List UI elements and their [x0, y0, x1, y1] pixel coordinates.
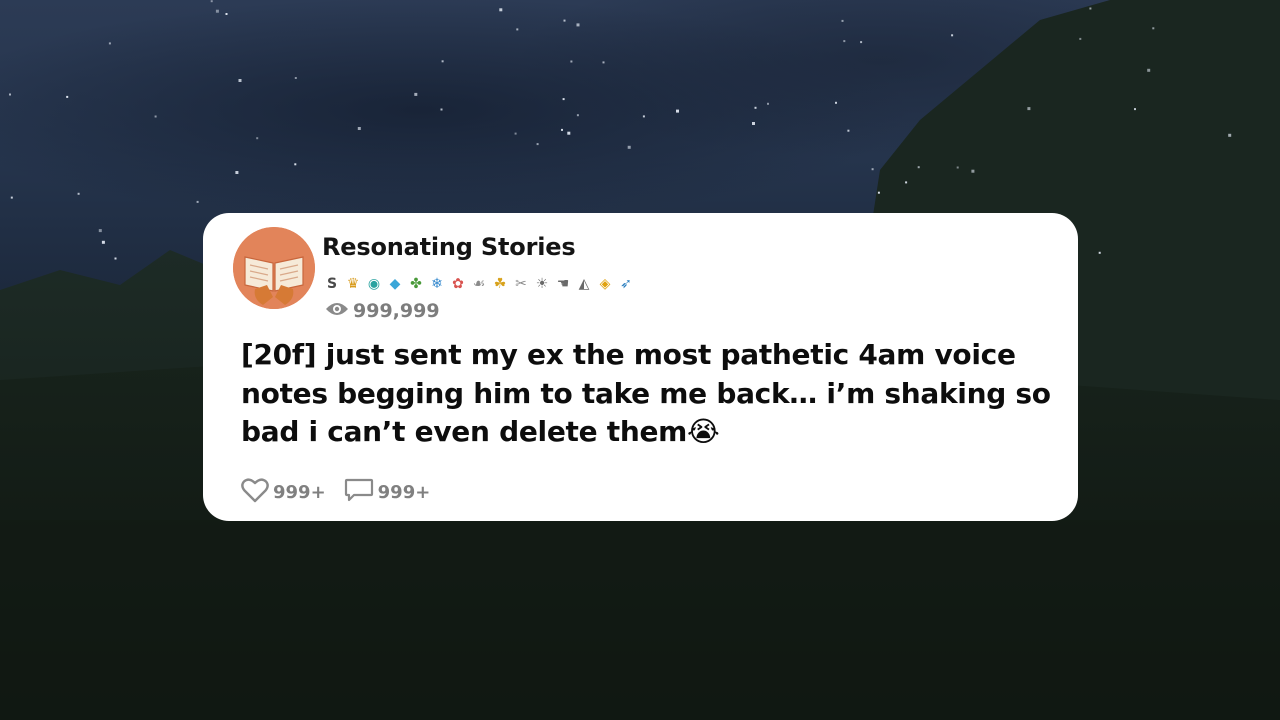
- star: [98, 229, 102, 233]
- bone-icon: ✂: [515, 276, 527, 292]
- star: [154, 115, 157, 118]
- clapping-hands-icon: ☘: [493, 276, 507, 292]
- star: [414, 92, 418, 96]
- star: [951, 34, 954, 37]
- star: [971, 169, 975, 173]
- star: [871, 168, 874, 171]
- star: [225, 13, 228, 15]
- star: [754, 106, 757, 109]
- open-book-hands-icon: [233, 227, 315, 309]
- award-badges: S ♛ ◉ ◆ ✤ ❄ ✿ ☙ ☘ ✂ ☀ ☚ ◭ ◈ ➶: [322, 273, 636, 295]
- star: [536, 143, 539, 146]
- star: [256, 137, 259, 140]
- star: [499, 8, 503, 12]
- star: [602, 61, 605, 64]
- clover-icon: ✤: [410, 276, 422, 292]
- star: [642, 115, 645, 118]
- view-count: 999,999: [325, 299, 440, 323]
- star: [114, 257, 117, 260]
- post-title: [20f] just sent my ex the most pathetic …: [241, 338, 1051, 448]
- star: [294, 163, 297, 166]
- comment-count: 999+: [377, 481, 431, 503]
- star: [238, 79, 242, 82]
- star: [357, 127, 361, 130]
- star: [9, 93, 11, 96]
- star: [860, 41, 863, 44]
- post-actions: 999+ 999+: [241, 477, 448, 508]
- star: [752, 122, 755, 125]
- star: [1152, 27, 1155, 30]
- cone-icon: ◭: [578, 276, 590, 292]
- like-button[interactable]: 999+: [241, 477, 326, 508]
- praying-hands-icon: ☙: [472, 276, 486, 292]
- star: [567, 131, 571, 135]
- comment-button[interactable]: 999+: [344, 478, 431, 507]
- star: [66, 95, 69, 98]
- star: [1228, 133, 1232, 137]
- sprout-icon: ☀: [535, 276, 549, 292]
- star: [516, 28, 519, 31]
- star: [841, 19, 844, 22]
- diamond-icon: ◆: [389, 276, 401, 292]
- star: [1079, 37, 1082, 40]
- star: [835, 101, 837, 104]
- star: [561, 128, 563, 131]
- star: [563, 19, 566, 22]
- star: [514, 132, 517, 135]
- star: [1147, 68, 1151, 72]
- star: [562, 98, 565, 101]
- snowflake-icon: ❄: [431, 276, 443, 292]
- like-count: 999+: [273, 481, 326, 503]
- star: [215, 9, 219, 13]
- crown-badge-icon: ♛: [346, 276, 360, 292]
- star: [570, 60, 573, 63]
- star: [294, 77, 297, 79]
- star: [905, 181, 908, 184]
- star: [917, 166, 920, 169]
- teal-medal-icon: ◉: [367, 276, 381, 292]
- star: [1134, 108, 1136, 111]
- heart-icon: [241, 477, 269, 508]
- star: [441, 60, 444, 63]
- star: [210, 0, 213, 3]
- star: [1027, 107, 1031, 111]
- post-card[interactable]: Resonating Stories S ♛ ◉ ◆ ✤ ❄ ✿ ☙ ☘ ✂ ☀ ☚ ◭ ◈ ➶ 999,9…: [203, 213, 1078, 521]
- star: [576, 23, 580, 27]
- view-count-value: 999,999: [353, 300, 440, 322]
- star: [847, 129, 850, 132]
- star: [843, 40, 846, 43]
- star: [956, 166, 959, 169]
- star: [196, 200, 199, 203]
- star: [10, 196, 13, 199]
- flower-rocket-icon: ✿: [452, 276, 464, 292]
- star: [1098, 251, 1101, 254]
- s-coin-icon: S: [326, 276, 338, 292]
- star: [627, 145, 631, 149]
- star: [767, 102, 769, 105]
- star: [676, 109, 679, 113]
- star: [108, 42, 111, 45]
- comment-bubble-icon: [344, 478, 374, 507]
- hand-icon: ☚: [556, 276, 570, 292]
- eye-icon: [325, 300, 349, 322]
- star: [101, 240, 105, 244]
- star: [235, 171, 239, 174]
- channel-name[interactable]: Resonating Stories: [322, 233, 576, 261]
- star: [576, 114, 579, 117]
- star: [440, 108, 443, 111]
- star: [877, 191, 880, 194]
- wrapped-candy-icon: ◈: [599, 276, 611, 292]
- star: [1089, 7, 1092, 10]
- rocket-icon: ➶: [620, 276, 632, 292]
- star: [77, 192, 80, 195]
